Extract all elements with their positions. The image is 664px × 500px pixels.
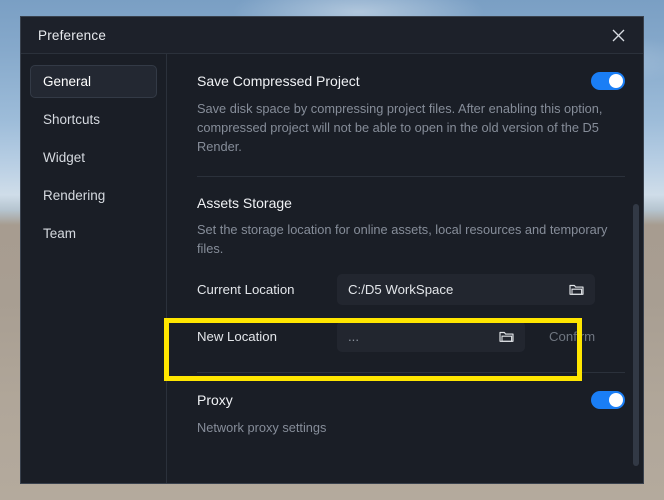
dialog-titlebar: Preference [21,17,643,54]
sidebar-item-general[interactable]: General [30,65,157,98]
folder-icon[interactable] [499,330,514,343]
sidebar-item-rendering[interactable]: Rendering [30,179,157,212]
compressed-title: Save Compressed Project [197,73,360,89]
content-scrollbar[interactable] [633,204,639,466]
compressed-description: Save disk space by compressing project f… [197,101,603,154]
assets-header-row: Assets Storage [197,195,625,211]
toggle-knob [609,74,623,88]
assets-description: Set the storage location for online asse… [197,222,608,256]
dialog-body: General Shortcuts Widget Rendering Team [21,54,643,483]
new-location-label: New Location [197,329,277,344]
sidebar-item-shortcuts[interactable]: Shortcuts [30,103,157,136]
sidebar-item-team[interactable]: Team [30,217,157,250]
sidebar-item-label: Shortcuts [43,112,101,127]
section-assets-storage: Assets Storage Set the storage location … [197,177,625,373]
proxy-toggle[interactable] [591,391,625,409]
new-location-value: ... [348,329,359,344]
sidebar: General Shortcuts Widget Rendering Team [21,54,167,483]
compressed-toggle[interactable] [591,72,625,90]
new-location-row: New Location ... Confirm [197,321,625,352]
compressed-header-row: Save Compressed Project [197,72,625,90]
settings-scroll-area: Save Compressed Project Save disk space … [167,54,643,483]
toggle-knob [609,393,623,407]
settings-content: Save Compressed Project Save disk space … [167,54,643,483]
confirm-button[interactable]: Confirm [549,329,595,344]
assets-title: Assets Storage [197,195,292,211]
section-save-compressed-project: Save Compressed Project Save disk space … [197,54,625,177]
sidebar-item-label: Widget [43,150,86,165]
current-location-field[interactable]: C:/D5 WorkSpace [337,274,595,305]
close-icon[interactable] [605,22,631,48]
new-location-field[interactable]: ... [337,321,525,352]
folder-icon[interactable] [569,283,584,296]
current-location-row: Current Location C:/D5 WorkSpace [197,274,625,305]
sidebar-item-label: Rendering [43,188,106,203]
proxy-header-row: Proxy [197,391,625,409]
current-location-label: Current Location [197,282,295,297]
current-location-value: C:/D5 WorkSpace [348,282,454,297]
section-proxy: Proxy Network proxy settings [197,373,625,457]
dialog-title: Preference [38,27,107,43]
proxy-title: Proxy [197,392,233,408]
preference-dialog: Preference General Shortcuts Widget Rend… [20,16,644,484]
sidebar-item-widget[interactable]: Widget [30,141,157,174]
desktop-background: Preference General Shortcuts Widget Rend… [0,0,664,500]
proxy-description: Network proxy settings [197,420,327,435]
sidebar-item-label: General [43,74,92,89]
sidebar-item-label: Team [43,226,77,241]
